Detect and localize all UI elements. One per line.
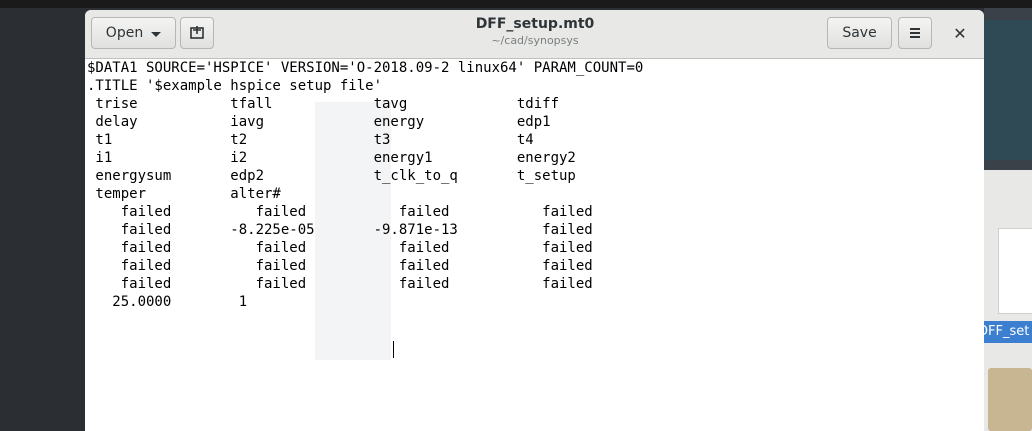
text-editor-area[interactable]: $DATA1 SOURCE='HSPICE' VERSION='O-2018.0… (85, 59, 984, 431)
window-title: DFF_setup.mt0 (475, 16, 595, 32)
file-thumbnail[interactable] (998, 228, 1032, 314)
header-bar: Open DFF_setup.mt0 ~/cad/synopsys Save ✕ (85, 10, 984, 59)
open-button[interactable]: Open (91, 17, 176, 49)
chevron-down-icon (151, 31, 162, 37)
close-button[interactable]: ✕ (943, 17, 977, 49)
new-document-button[interactable] (180, 17, 214, 49)
folder-icon[interactable] (988, 368, 1032, 431)
window-subtitle: ~/cad/synopsys (491, 34, 579, 47)
menu-button[interactable] (898, 17, 932, 49)
file-label[interactable]: DFF_set (984, 321, 1032, 343)
editor-content[interactable]: $DATA1 SOURCE='HSPICE' VERSION='O-2018.0… (87, 59, 643, 311)
text-editor-window: Open DFF_setup.mt0 ~/cad/synopsys Save ✕… (85, 10, 984, 431)
background-window (984, 20, 1032, 160)
desktop-top-bar (0, 0, 1032, 8)
save-button[interactable]: Save (827, 17, 892, 49)
window-title-area: DFF_setup.mt0 ~/cad/synopsys (385, 16, 685, 47)
text-cursor (393, 341, 394, 358)
hamburger-menu-icon (910, 26, 920, 40)
new-document-icon (190, 26, 204, 39)
open-button-label: Open (105, 25, 144, 41)
